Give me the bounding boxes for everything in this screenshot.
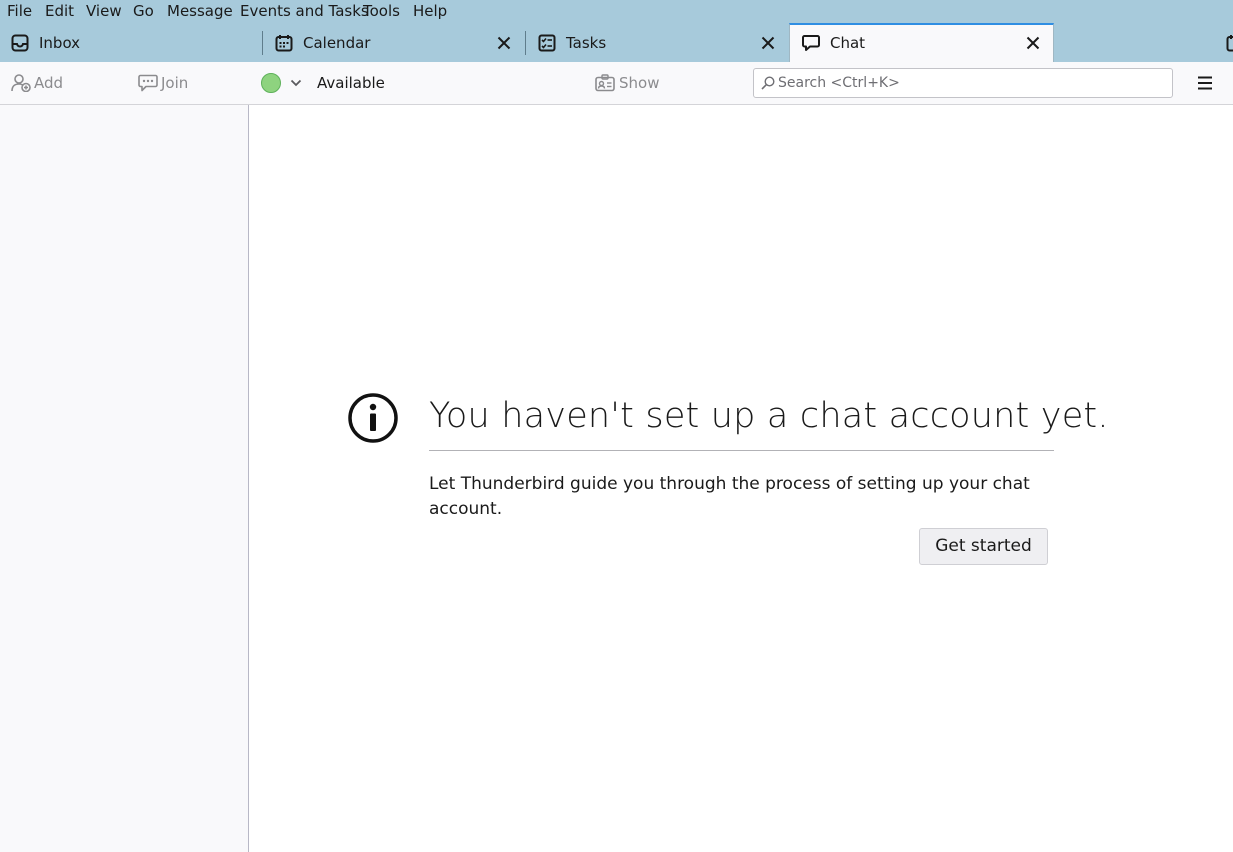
tab-label: Calendar [303,34,371,52]
add-contact-button[interactable]: Add Contact [11,62,121,134]
menu-view[interactable]: View [86,0,122,22]
show-accounts-button[interactable]: Show Accounts [595,62,725,134]
close-icon[interactable] [761,36,775,50]
menu-message[interactable]: Message [167,0,233,22]
join-chat-button[interactable]: Join Chat [138,62,228,134]
menu-help[interactable]: Help [413,0,447,22]
calendar-icon [275,35,293,52]
tab-label: Chat [830,34,866,52]
tab-calendar[interactable]: Calendar [263,24,525,62]
accounts-icon [595,74,615,92]
menu-events-and-tasks[interactable]: Events and Tasks [240,0,369,22]
info-icon [348,393,398,443]
menu-icon[interactable] [1196,74,1214,92]
close-icon[interactable] [497,36,511,50]
tab-inbox[interactable]: Inbox [0,24,262,62]
tab-tasks[interactable]: Tasks [526,24,789,62]
heading-divider [429,450,1054,451]
inbox-icon [11,34,29,52]
tab-label: Tasks [566,34,607,52]
status-label[interactable]: Available [317,62,385,104]
search-icon [761,76,775,90]
status-indicator[interactable] [261,73,281,93]
calendar-icon[interactable] [1226,34,1233,52]
tab-label: Inbox [39,34,81,52]
close-icon[interactable] [1026,36,1040,50]
search-input[interactable] [778,72,1158,94]
contacts-pane [0,105,249,852]
tab-chat[interactable]: Chat [789,23,1054,62]
tab-strip: Inbox Calendar Tasks Chat [0,22,1233,62]
get-started-button[interactable]: Get started [919,528,1048,565]
menu-go[interactable]: Go [133,0,154,22]
chat-toolbar: Add Contact Join Chat Available Show Acc… [0,62,1233,134]
menu-tools[interactable]: Tools [363,0,400,22]
menu-file[interactable]: File [7,0,32,22]
search-box[interactable] [753,68,1173,98]
chat-icon [802,35,820,51]
menu-bar: File Edit View Go Message Events and Tas… [0,0,1233,22]
tasks-icon [538,34,556,52]
add-contact-icon [11,74,31,92]
menu-edit[interactable]: Edit [45,0,74,22]
setup-description: Let Thunderbird guide you through the pr… [429,474,1030,519]
page-title: You haven't set up a chat account yet. [429,396,1109,436]
join-chat-icon [138,74,158,92]
chevron-down-icon[interactable] [290,78,302,88]
